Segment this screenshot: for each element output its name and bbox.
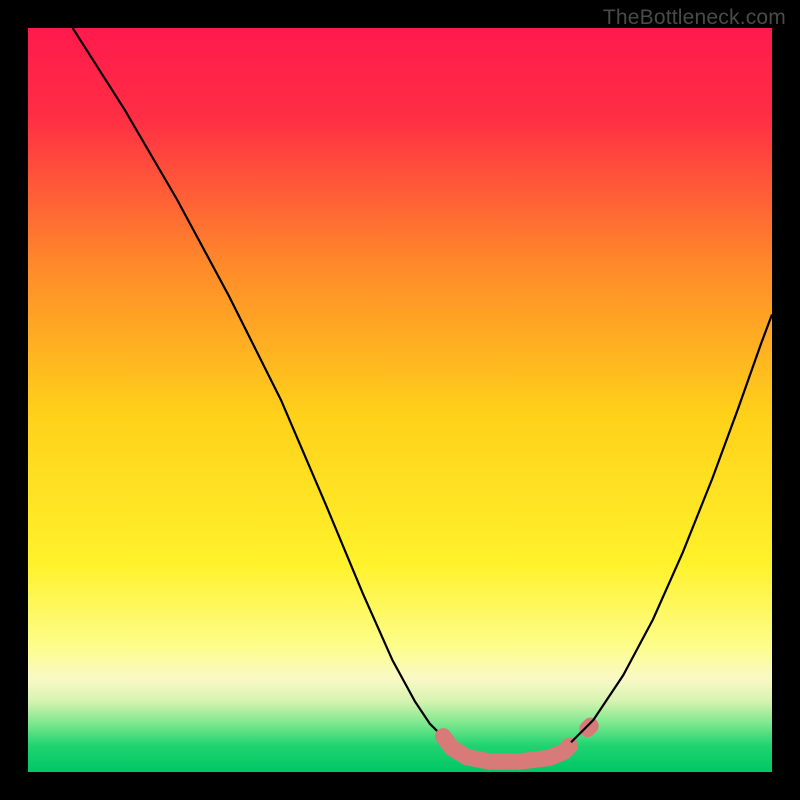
curves-layer [28,28,772,772]
series-left_curve [73,28,441,735]
plot-area [28,28,772,772]
chart-frame: TheBottleneck.com [0,0,800,800]
watermark-label: TheBottleneck.com [603,6,786,30]
series-right_curve [571,314,772,742]
series-flat_segment_1 [443,736,569,761]
